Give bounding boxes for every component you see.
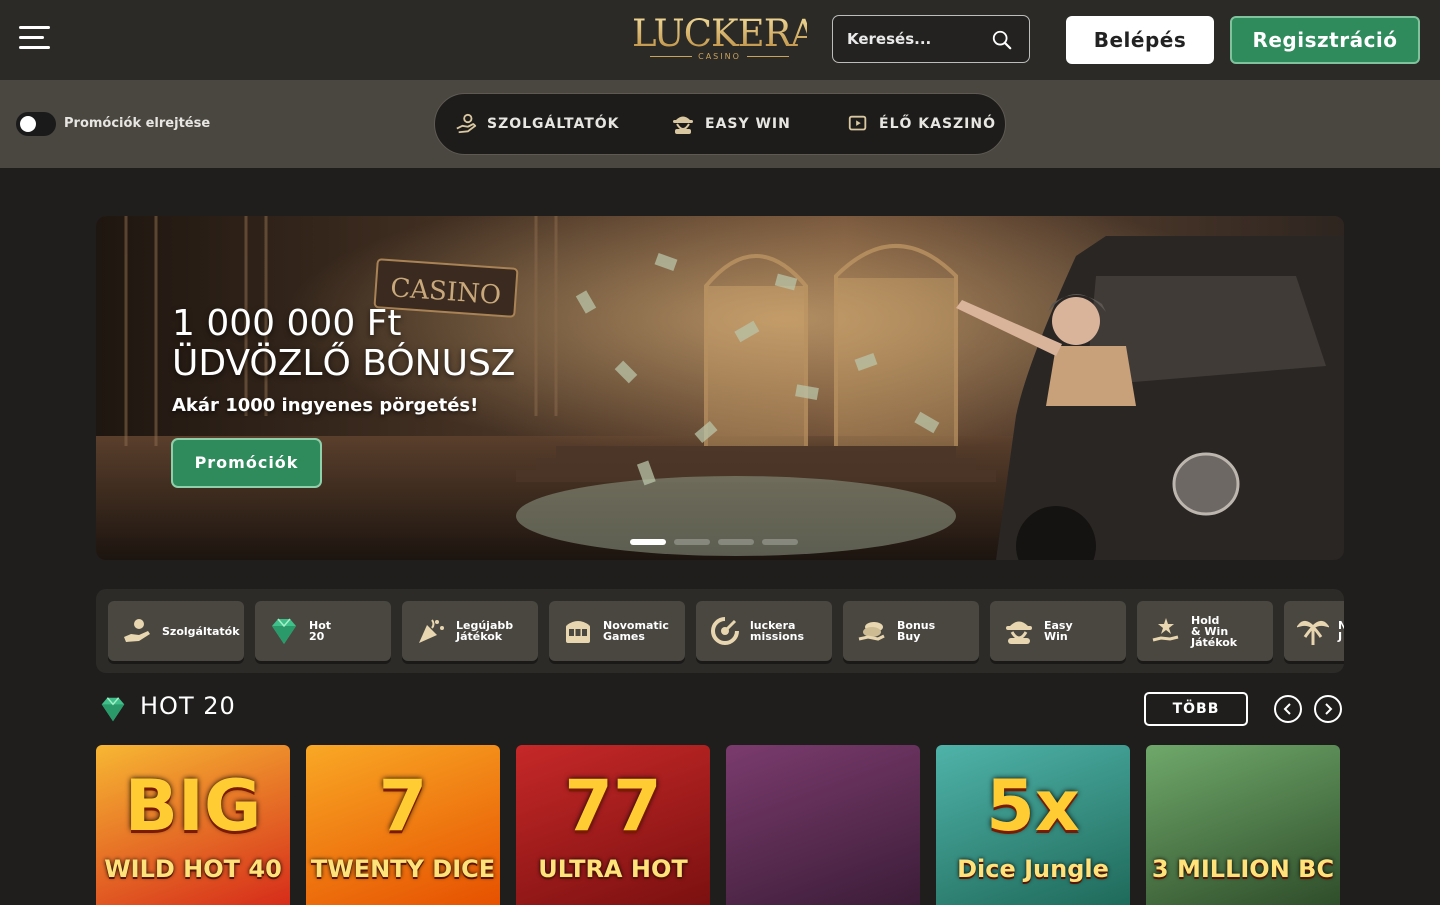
- nav-live-casino-label: ÉLŐ KASZINÓ: [879, 116, 997, 132]
- game-tile-title: WILD HOT 40: [104, 855, 282, 883]
- logo-word: LUCKERA: [632, 12, 817, 55]
- game-tile[interactable]: 7 TWENTY DICE: [306, 745, 500, 905]
- site-logo[interactable]: LUCKERA CASINO: [632, 12, 817, 66]
- category-label: luckera missions: [750, 619, 805, 643]
- category-missions[interactable]: luckera missions: [696, 601, 832, 661]
- category-label: Hot 20: [309, 619, 332, 643]
- target-icon: [711, 617, 739, 645]
- menu-icon[interactable]: [19, 26, 51, 54]
- game-tile[interactable]: [726, 745, 920, 905]
- search-icon[interactable]: [991, 29, 1013, 51]
- banner-dot[interactable]: [718, 539, 754, 545]
- category-label: Hold & Win Játékok: [1191, 613, 1238, 649]
- game-tile[interactable]: 5x Dice Jungle: [936, 745, 1130, 905]
- game-tile-emblem: 7: [378, 765, 428, 847]
- category-bonus-buy[interactable]: Bonus Buy: [843, 601, 979, 661]
- banner-subtitle: Akár 1000 ingyenes pörgetés!: [172, 395, 479, 416]
- category-label: Legújabb Játékok: [456, 619, 514, 643]
- category-bar: Szolgáltatók Hot 20 Legújabb Játékok Nov…: [96, 589, 1344, 673]
- search-input[interactable]: [847, 28, 987, 50]
- category-label: Szolgáltatók: [162, 624, 240, 638]
- banner-title-line1: 1 000 000 Ft: [172, 303, 402, 344]
- game-tile-emblem: BIG: [124, 765, 262, 847]
- logo-sub: CASINO: [632, 52, 807, 62]
- banner-pagination: [630, 539, 798, 545]
- more-button[interactable]: TÖBB: [1144, 692, 1248, 726]
- prev-arrow-button[interactable]: [1274, 695, 1302, 723]
- category-label: Bonus Buy: [897, 619, 936, 643]
- banner-image: CASINO: [96, 216, 1344, 560]
- section-title: HOT 20: [140, 692, 236, 720]
- chevron-right-icon: [1325, 703, 1333, 715]
- category-pill-nav: SZOLGÁLTATÓK EASY WIN ÉLŐ KASZINÓ: [434, 93, 1006, 155]
- category-hold-win[interactable]: Hold & Win Játékok: [1137, 601, 1273, 661]
- game-tile-title: 3 MILLION BC: [1151, 855, 1335, 883]
- promo-banner[interactable]: CASINO 1 000 000 Ft ÜDVÖZLŐ BÓNUSZ Akár …: [96, 216, 1344, 560]
- banner-dot[interactable]: [762, 539, 798, 545]
- category-novomatic[interactable]: Novomatic Games: [549, 601, 685, 661]
- gangster-icon: [673, 116, 693, 134]
- hold-win-icon: [1152, 618, 1179, 642]
- category-newest[interactable]: Legújabb Játékok: [402, 601, 538, 661]
- top-header: LUCKERA CASINO Belépés Regisztráció: [0, 0, 1440, 80]
- game-tile[interactable]: 3 MILLION BC: [1146, 745, 1340, 905]
- game-tile-title: TWENTY DICE: [310, 855, 496, 883]
- game-tile-title: ULTRA HOT: [538, 855, 688, 883]
- palm-icon: [1297, 620, 1329, 645]
- category-label: Novomatic Games: [603, 619, 669, 643]
- category-hot20[interactable]: Hot 20: [255, 601, 391, 661]
- game-tile-emblem: 5x: [986, 765, 1080, 847]
- slot-machine-icon: [566, 621, 590, 643]
- category-label: Easy Win: [1044, 619, 1073, 643]
- nav-providers-label: SZOLGÁLTATÓK: [487, 116, 620, 132]
- banner-dot[interactable]: [674, 539, 710, 545]
- banner-title: 1 000 000 Ft ÜDVÖZLŐ BÓNUSZ: [172, 304, 515, 384]
- hot20-section-header: HOT 20 TÖBB: [96, 690, 1344, 730]
- hide-promotions-label: Promóciók elrejtése: [64, 116, 211, 131]
- category-next[interactable]: N J: [1284, 601, 1344, 661]
- promotions-button[interactable]: Promóciók: [171, 438, 322, 488]
- login-button[interactable]: Belépés: [1066, 16, 1214, 64]
- chevron-left-icon: [1283, 703, 1291, 715]
- hand-coin-icon: [456, 113, 477, 134]
- search-box[interactable]: [832, 15, 1030, 63]
- game-tile[interactable]: 77 ULTRA HOT: [516, 745, 710, 905]
- coins-hand-icon: [858, 622, 885, 641]
- category-label: N J: [1338, 619, 1344, 643]
- gangster-icon: [1006, 621, 1032, 644]
- diamond-icon: [272, 618, 296, 644]
- nav-live-casino[interactable]: ÉLŐ KASZINÓ: [847, 94, 996, 154]
- nav-providers[interactable]: SZOLGÁLTATÓK: [455, 94, 620, 154]
- game-tile-title: Dice Jungle: [957, 855, 1109, 883]
- banner-title-line2: ÜDVÖZLŐ BÓNUSZ: [172, 343, 516, 384]
- nav-easy-win[interactable]: EASY WIN: [671, 94, 791, 154]
- banner-dot[interactable]: [630, 539, 666, 545]
- game-tile-emblem: 77: [564, 765, 662, 847]
- register-button[interactable]: Regisztráció: [1230, 16, 1420, 64]
- category-providers[interactable]: Szolgáltatók: [108, 601, 244, 661]
- hide-promotions-toggle[interactable]: [16, 112, 56, 136]
- live-play-icon: [848, 115, 867, 131]
- party-popper-icon: [419, 619, 444, 643]
- hand-coin-icon: [124, 619, 150, 642]
- toggle-knob: [20, 116, 36, 132]
- next-arrow-button[interactable]: [1314, 695, 1342, 723]
- game-tile[interactable]: BIG WILD HOT 40: [96, 745, 290, 905]
- diamond-icon: [101, 697, 125, 722]
- nav-easy-win-label: EASY WIN: [705, 116, 791, 132]
- category-easy-win[interactable]: Easy Win: [990, 601, 1126, 661]
